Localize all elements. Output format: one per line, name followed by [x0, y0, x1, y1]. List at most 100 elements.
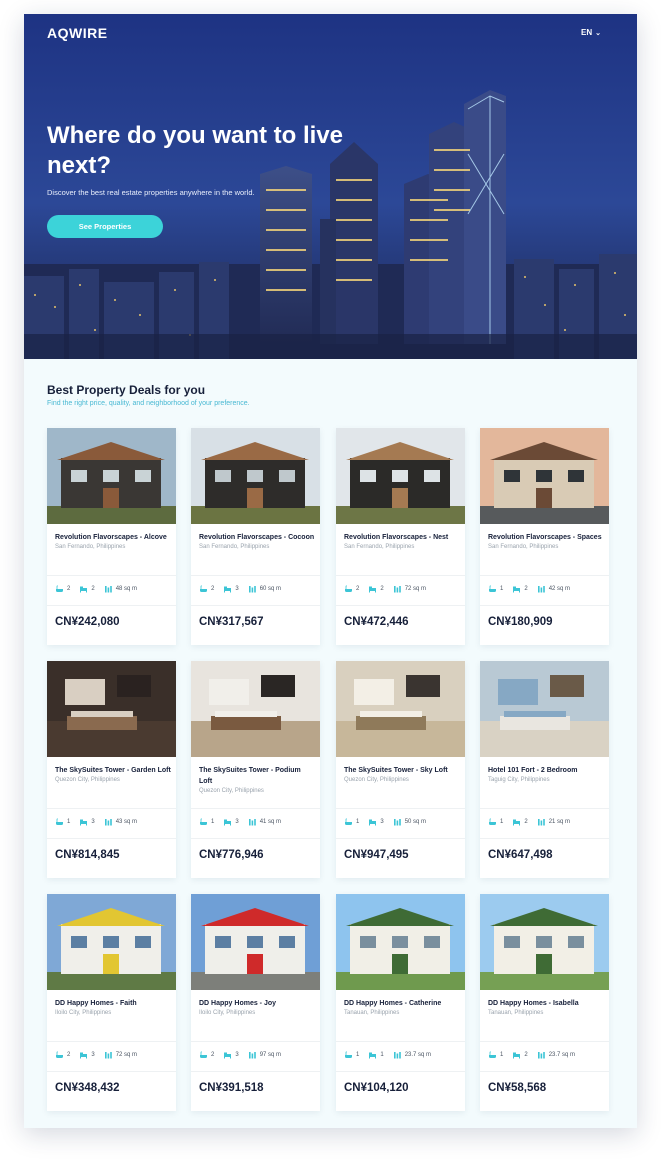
area-feature: 97 sq m [248, 1051, 281, 1059]
property-price: CN¥947,495 [344, 849, 409, 861]
bathtub-icon [56, 818, 63, 825]
property-image[interactable] [480, 428, 609, 524]
property-card[interactable]: The SkySuites Tower - Sky Loft Quezon Ci… [336, 661, 465, 878]
property-image[interactable] [480, 661, 609, 757]
bed-icon [224, 1052, 232, 1059]
property-card[interactable]: DD Happy Homes - Faith Iloilo City, Phil… [47, 894, 176, 1111]
property-image[interactable] [191, 894, 320, 990]
beds-count: 3 [235, 1052, 239, 1058]
property-card[interactable]: DD Happy Homes - Joy Iloilo City, Philip… [191, 894, 320, 1111]
property-image[interactable] [336, 894, 465, 990]
beds-count: 3 [235, 586, 239, 592]
property-location: San Fernando, Philippines [344, 544, 415, 550]
see-properties-button[interactable]: See Properties [47, 215, 163, 238]
card-divider [47, 808, 176, 809]
area-value: 60 sq m [259, 586, 282, 592]
property-price: CN¥242,080 [55, 616, 120, 628]
area-feature: 50 sq m [393, 818, 426, 826]
bathtub-icon [200, 585, 207, 592]
property-name[interactable]: Revolution Flavorscapes - Spaces [488, 532, 604, 543]
property-name[interactable]: The SkySuites Tower - Garden Loft [55, 765, 171, 776]
property-card[interactable]: The SkySuites Tower - Garden Loft Quezon… [47, 661, 176, 878]
property-name[interactable]: The SkySuites Tower - Sky Loft [344, 765, 460, 776]
property-price: CN¥814,845 [55, 849, 120, 861]
card-divider [336, 838, 465, 839]
bathtub-icon [345, 818, 352, 825]
property-location: Tanauan, Philippines [344, 1010, 400, 1016]
property-name[interactable]: Hotel 101 Fort - 2 Bedroom [488, 765, 604, 776]
baths-count: 2 [211, 1052, 215, 1058]
property-name[interactable]: DD Happy Homes - Catherine [344, 998, 460, 1009]
baths-feature: 2 [199, 585, 214, 593]
property-image[interactable] [191, 428, 320, 524]
area-icon [537, 819, 545, 826]
property-name[interactable]: Revolution Flavorscapes - Alcove [55, 532, 171, 543]
property-card[interactable]: Revolution Flavorscapes - Nest San Ferna… [336, 428, 465, 645]
card-divider [336, 575, 465, 576]
card-divider [191, 838, 320, 839]
section-subtitle: Find the right price, quality, and neigh… [47, 400, 250, 407]
bed-icon [369, 586, 377, 593]
baths-feature: 1 [488, 585, 503, 593]
baths-feature: 1 [488, 1051, 503, 1059]
card-divider [480, 575, 609, 576]
card-divider [47, 605, 176, 606]
beds-feature: 2 [512, 818, 528, 826]
property-card[interactable]: Revolution Flavorscapes - Spaces San Fer… [480, 428, 609, 645]
property-card[interactable]: Hotel 101 Fort - 2 Bedroom Taguig City, … [480, 661, 609, 878]
baths-count: 1 [500, 1052, 504, 1058]
property-image[interactable] [191, 661, 320, 757]
property-name[interactable]: DD Happy Homes - Isabella [488, 998, 604, 1009]
property-card[interactable]: DD Happy Homes - Catherine Tanauan, Phil… [336, 894, 465, 1111]
property-image[interactable] [47, 661, 176, 757]
area-feature: 48 sq m [104, 585, 137, 593]
property-price: CN¥58,568 [488, 1082, 547, 1094]
beds-feature: 2 [79, 585, 95, 593]
beds-count: 3 [235, 819, 239, 825]
property-card[interactable]: Revolution Flavorscapes - Cocoon San Fer… [191, 428, 320, 645]
area-feature: 60 sq m [248, 585, 281, 593]
property-name[interactable]: Revolution Flavorscapes - Nest [344, 532, 460, 543]
property-card[interactable]: Revolution Flavorscapes - Alcove San Fer… [47, 428, 176, 645]
baths-count: 1 [356, 819, 360, 825]
property-image[interactable] [480, 894, 609, 990]
property-name[interactable]: DD Happy Homes - Joy [199, 998, 315, 1009]
logo[interactable]: AQWIRE [47, 25, 108, 41]
area-value: 48 sq m [115, 586, 138, 592]
area-feature: 42 sq m [537, 585, 570, 593]
property-location: Iloilo City, Philippines [199, 1010, 256, 1016]
baths-feature: 2 [55, 1051, 70, 1059]
area-icon [248, 819, 256, 826]
property-image[interactable] [336, 428, 465, 524]
language-selector[interactable]: EN ⌄ [581, 28, 601, 37]
property-location: Quezon City, Philippines [55, 777, 120, 783]
beds-feature: 1 [368, 1051, 384, 1059]
baths-count: 1 [500, 819, 504, 825]
beds-feature: 3 [223, 818, 239, 826]
property-image[interactable] [336, 661, 465, 757]
bathtub-icon [489, 585, 496, 592]
beds-count: 2 [524, 586, 528, 592]
card-divider [191, 808, 320, 809]
property-name[interactable]: Revolution Flavorscapes - Cocoon [199, 532, 315, 543]
beds-count: 3 [91, 1052, 95, 1058]
bathtub-icon [200, 818, 207, 825]
area-value: 23.7 sq m [548, 1052, 576, 1058]
property-price: CN¥317,567 [199, 616, 264, 628]
area-feature: 43 sq m [104, 818, 137, 826]
property-card[interactable]: The SkySuites Tower - Podium Loft Quezon… [191, 661, 320, 878]
baths-feature: 2 [199, 1051, 214, 1059]
card-divider [47, 575, 176, 576]
hero-title: Where do you want to live next? [47, 122, 344, 179]
baths-feature: 1 [344, 818, 359, 826]
property-image[interactable] [47, 894, 176, 990]
property-card[interactable]: DD Happy Homes - Isabella Tanauan, Phili… [480, 894, 609, 1111]
bathtub-icon [56, 585, 63, 592]
property-name[interactable]: The SkySuites Tower - Podium Loft [199, 765, 315, 787]
property-name[interactable]: DD Happy Homes - Faith [55, 998, 171, 1009]
property-price: CN¥391,518 [199, 1082, 264, 1094]
property-image[interactable] [47, 428, 176, 524]
hero-subtitle: Discover the best real estate properties… [47, 188, 255, 197]
property-price: CN¥104,120 [344, 1082, 409, 1094]
bathtub-icon [489, 1051, 496, 1058]
